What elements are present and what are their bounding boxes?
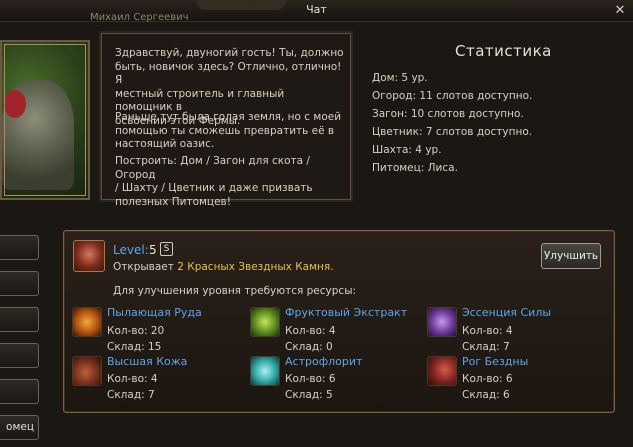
resource-name-ore[interactable]: Пылающая Руда <box>107 306 202 319</box>
stats-title: Статистика <box>455 42 552 60</box>
stat-house: Дом: 5 ур. <box>372 72 428 84</box>
side-button-4[interactable] <box>0 343 39 368</box>
resource-name-abyss-horn[interactable]: Рог Бездны <box>462 355 528 368</box>
resource-qty-astroflorite: Кол-во: 6 <box>285 373 336 385</box>
window-title: Чат <box>306 3 327 16</box>
resource-qty-extract: Кол-во: 4 <box>285 325 336 337</box>
dialogue-line: / Шахту / Цветник и даже призвать <box>115 182 313 194</box>
upgrade-panel <box>63 230 615 413</box>
close-icon[interactable]: ✕ <box>613 4 627 18</box>
unlock-prefix: Открывает <box>113 261 178 273</box>
resource-name-astroflorite[interactable]: Астрофлорит <box>285 355 362 368</box>
npc-portrait <box>0 40 90 200</box>
side-button-pet[interactable]: омец <box>0 415 39 440</box>
dialogue-paragraph-3: Построить: Дом / Загон для скота / Огоро… <box>115 155 345 209</box>
resource-qty-essence: Кол-во: 4 <box>462 325 513 337</box>
level-label: Level: <box>113 243 149 257</box>
requirements-text: Для улучшения уровня требуются ресурсы: <box>113 285 357 297</box>
house-level-icon <box>73 240 105 272</box>
stat-pet: Питомец: Лиса. <box>372 162 458 174</box>
ore-icon <box>72 307 102 337</box>
resource-qty-leather: Кол-во: 4 <box>107 373 158 385</box>
resource-name-extract[interactable]: Фруктовый Экстракт <box>285 306 407 319</box>
side-button-1[interactable] <box>0 235 39 260</box>
unlock-text: Открывает 2 Красных Звездных Камня. <box>113 261 334 273</box>
abyss-horn-icon <box>427 356 457 386</box>
resource-stock-astroflorite: Склад: 5 <box>285 389 333 401</box>
resource-qty-ore: Кол-во: 20 <box>107 325 165 337</box>
resource-stock-abyss-horn: Склад: 6 <box>462 389 510 401</box>
essence-icon <box>427 307 457 337</box>
dialogue-line: полезных Питомцев! <box>115 195 231 208</box>
unlock-highlight: 2 Красных Звездных Камня. <box>177 261 334 273</box>
resource-stock-ore: Склад: 15 <box>107 341 162 353</box>
astroflorite-icon <box>250 356 280 386</box>
resource-name-leather[interactable]: Высшая Кожа <box>107 355 187 368</box>
stat-flowerbed: Цветник: 7 слотов доступно. <box>372 126 533 138</box>
grade-badge: S <box>160 242 173 256</box>
stat-mine: Шахта: 4 ур. <box>372 144 442 156</box>
leather-icon <box>72 356 102 386</box>
resource-stock-leather: Склад: 7 <box>107 389 155 401</box>
level-value: 5 <box>149 243 157 257</box>
side-button-3[interactable] <box>0 307 39 332</box>
dialogue-line: Раньше тут была голая земля, но с моей <box>115 111 342 123</box>
resource-qty-abyss-horn: Кол-во: 6 <box>462 373 513 385</box>
dialogue-paragraph-2: Раньше тут была голая земля, но с моей п… <box>115 111 345 152</box>
portrait-frame <box>4 44 86 196</box>
dialogue-line: настоящий оазис. <box>115 138 215 150</box>
resource-stock-essence: Склад: 7 <box>462 341 510 353</box>
resource-name-essence[interactable]: Эссенция Силы <box>462 306 551 319</box>
side-button-5[interactable] <box>0 379 39 404</box>
dialogue-line: Построить: Дом / Загон для скота / Огоро… <box>115 155 310 181</box>
dialogue-line: быть, новичок здесь? Отлично, отлично! Я <box>115 60 342 87</box>
dialogue-line: помощью ты сможешь превратить её в <box>115 124 335 137</box>
stat-pen: Загон: 10 слотов доступно. <box>372 108 524 120</box>
stat-garden: Огород: 11 слотов доступно. <box>372 90 533 102</box>
resource-stock-extract: Склад: 0 <box>285 341 333 353</box>
upgrade-button[interactable]: Улучшить <box>541 243 601 269</box>
extract-icon <box>250 307 280 337</box>
side-button-2[interactable] <box>0 271 39 296</box>
dialogue-line: Здравствуй, двуногий гость! Ты, должно <box>115 47 344 59</box>
